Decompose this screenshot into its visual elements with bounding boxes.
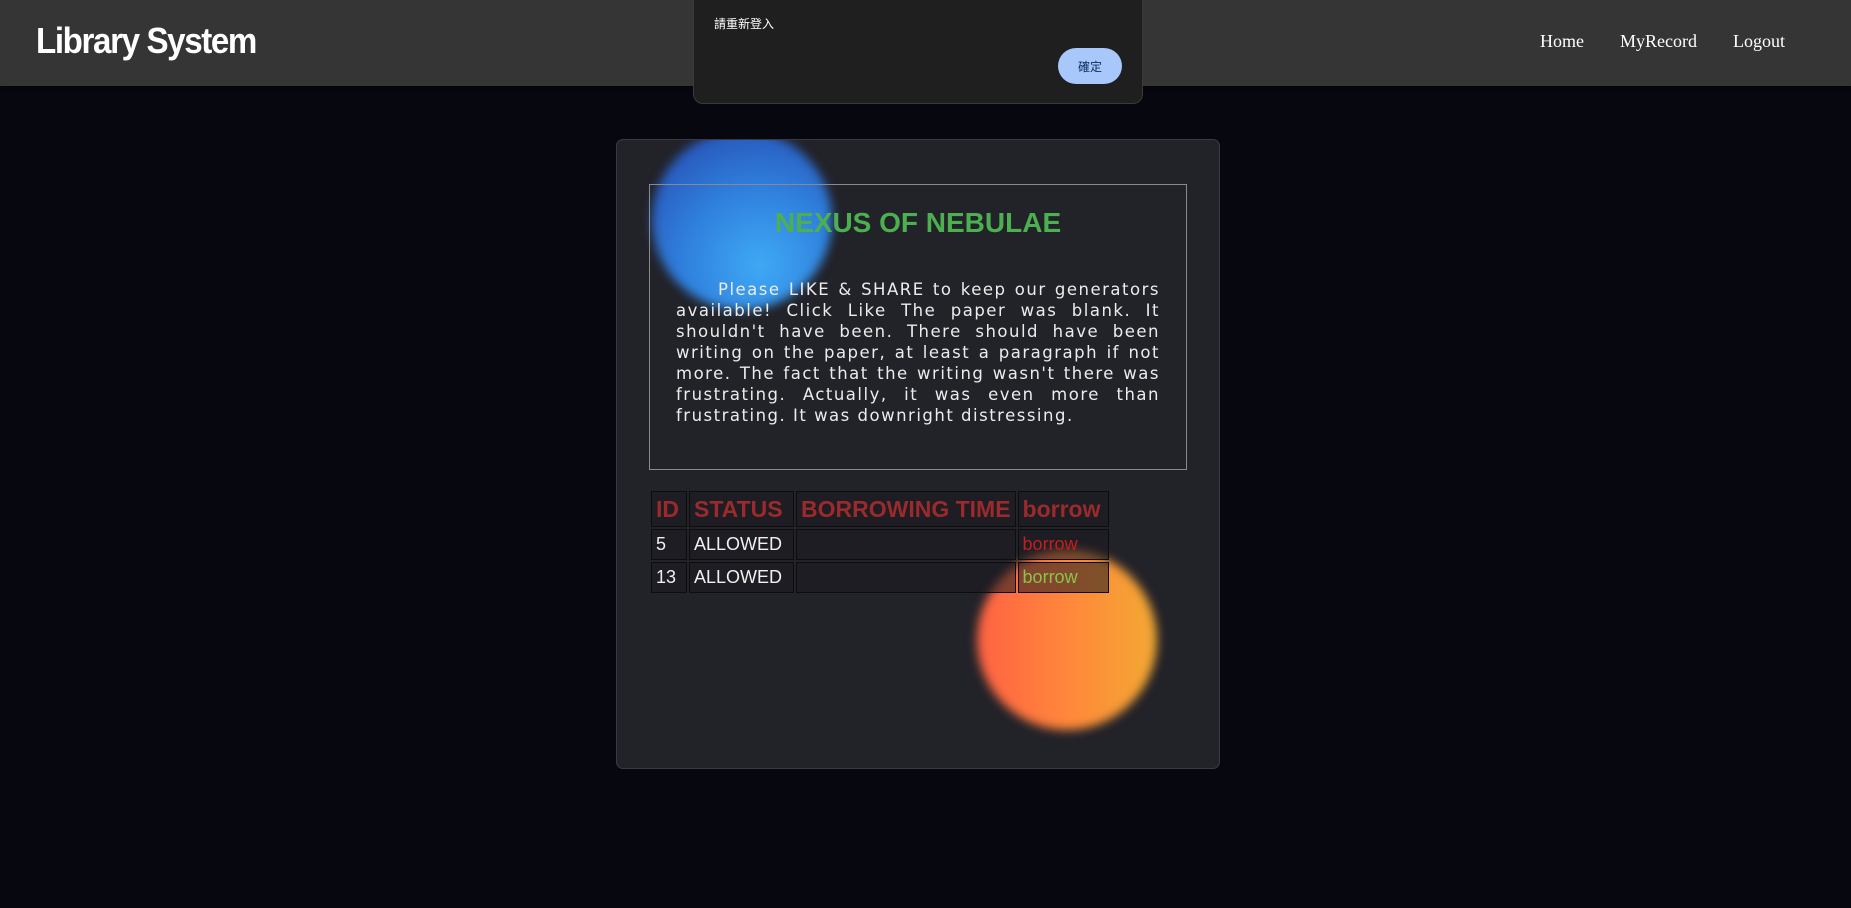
nav-myrecord-link[interactable]: MyRecord bbox=[1620, 31, 1697, 52]
nav-links: Home MyRecord Logout bbox=[1540, 31, 1785, 52]
header-borrow: borrow bbox=[1017, 491, 1109, 527]
nav-home-link[interactable]: Home bbox=[1540, 31, 1584, 52]
borrow-link[interactable]: borrow bbox=[1023, 567, 1078, 587]
borrow-records-table: ID STATUS BORROWING TIME borrow 5 ALLOWE… bbox=[649, 489, 1111, 595]
header-borrowing-time: BORROWING TIME bbox=[796, 491, 1016, 527]
header-status: STATUS bbox=[689, 491, 794, 527]
cell-borrow-action: borrow bbox=[1017, 529, 1109, 560]
table-header-row: ID STATUS BORROWING TIME borrow bbox=[651, 491, 1109, 527]
borrow-link[interactable]: borrow bbox=[1023, 534, 1078, 554]
dialog-ok-button[interactable]: 確定 bbox=[1058, 48, 1122, 84]
cell-id: 13 bbox=[651, 562, 687, 593]
nav-logout-link[interactable]: Logout bbox=[1733, 31, 1785, 52]
book-title: NEXUS OF NEBULAE bbox=[774, 207, 1062, 238]
cell-status: ALLOWED bbox=[689, 562, 794, 593]
alert-dialog: 請重新登入 確定 bbox=[693, 0, 1143, 104]
cell-borrowing-time bbox=[796, 562, 1016, 593]
cell-borrow-action: borrow bbox=[1017, 562, 1109, 593]
brand-logo[interactable]: Library System bbox=[36, 20, 257, 62]
book-info-box: NEXUS OF NEBULAE Please LIKE & SHARE to … bbox=[649, 184, 1187, 470]
table-row: 5 ALLOWED borrow bbox=[651, 529, 1109, 560]
book-description: Please LIKE & SHARE to keep our generato… bbox=[676, 280, 1160, 425]
dialog-message: 請重新登入 bbox=[714, 17, 775, 31]
cell-status: ALLOWED bbox=[689, 529, 794, 560]
cell-id: 5 bbox=[651, 529, 687, 560]
header-id: ID bbox=[651, 491, 687, 527]
cell-borrowing-time bbox=[796, 529, 1016, 560]
table-row: 13 ALLOWED borrow bbox=[651, 562, 1109, 593]
book-card: NEXUS OF NEBULAE Please LIKE & SHARE to … bbox=[616, 139, 1220, 769]
